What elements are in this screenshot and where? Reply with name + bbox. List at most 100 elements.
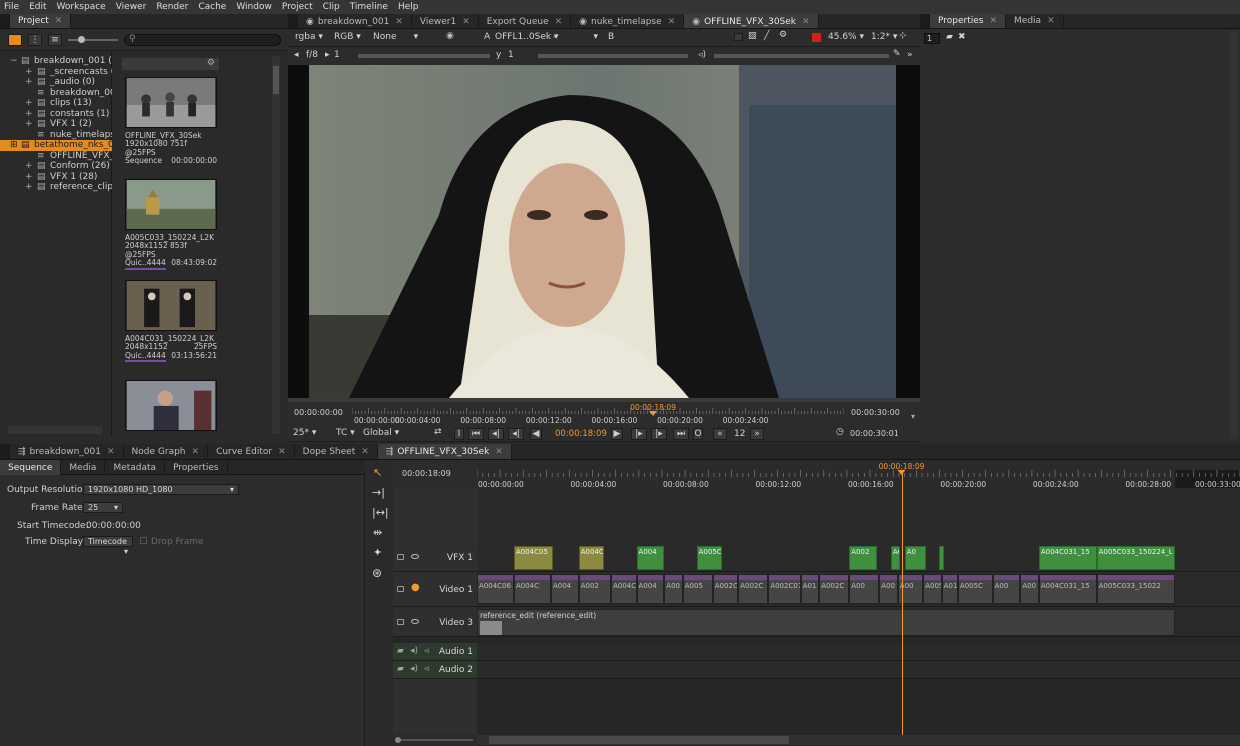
tab-media[interactable]: Media ✕ — [1006, 14, 1064, 28]
step-forward-n-button[interactable]: » — [750, 428, 764, 440]
vfx-clip[interactable]: A002 — [849, 546, 877, 570]
vfx-clip[interactable]: A004C — [578, 546, 605, 570]
tab-viewer-0[interactable]: ◉ breakdown_001 ✕ — [298, 14, 412, 28]
pin-icon[interactable]: ⊹ — [899, 31, 907, 41]
tree-hscrollbar[interactable] — [8, 426, 102, 434]
menu-file[interactable]: File — [4, 2, 19, 12]
out-marker-button[interactable]: O — [693, 428, 703, 440]
bin-vscrollbar[interactable] — [272, 56, 280, 434]
menu-viewer[interactable]: Viewer — [116, 2, 147, 12]
lock-icon[interactable] — [397, 619, 404, 625]
thumb-size-handle[interactable] — [78, 36, 85, 43]
close-icon[interactable]: ✕ — [395, 17, 403, 27]
expand-icon[interactable]: + — [25, 119, 33, 130]
tree-item[interactable]: + ▤ constants (1) — [0, 109, 112, 120]
tab-project[interactable]: Project ✕ — [10, 14, 72, 28]
step-back-n-button[interactable]: « — [713, 428, 727, 440]
lock-icon[interactable] — [397, 586, 404, 592]
fstop-next-icon[interactable]: ▸ — [325, 50, 330, 60]
collapse-icon[interactable]: − — [10, 56, 18, 67]
volume-slider[interactable] — [714, 54, 889, 58]
track-header-vfx1[interactable]: VFX 1 — [393, 544, 477, 572]
close-icon[interactable]: ✕ — [192, 447, 200, 457]
playback-mode-icon[interactable]: ⇄ — [434, 427, 442, 437]
paint-icon[interactable]: ✎ — [893, 49, 901, 59]
close-icon[interactable]: ✕ — [462, 17, 470, 27]
fstop-value[interactable]: f/8 — [306, 50, 318, 60]
close-icon[interactable]: ✕ — [278, 447, 286, 457]
bin-item-a005c033[interactable]: A005C033_150224_L2K 2048x1152 853f @25FP… — [125, 179, 217, 270]
tree-item[interactable]: ≡ nuke_timelapse — [0, 130, 121, 141]
video-clip[interactable]: A002C — [738, 574, 769, 604]
timeline-playhead[interactable] — [901, 470, 903, 735]
tab-viewer-4[interactable]: ◉ OFFLINE_VFX_30Sek ✕ — [684, 14, 819, 28]
close-icon[interactable]: ✕ — [361, 447, 369, 457]
thumbnail-view-icon[interactable] — [8, 34, 22, 46]
lock-icon[interactable] — [397, 554, 404, 560]
tab-bottom-3[interactable]: Dope Sheet ✕ — [295, 444, 378, 459]
roi-icon[interactable] — [734, 33, 743, 41]
output-resolution-dropdown[interactable]: 1920x1080 HD_1080 ▾ — [83, 484, 239, 495]
audio-icon[interactable]: ◃) — [698, 50, 706, 60]
tree-item[interactable]: ⊞ ▤ betathome_nks_00 — [0, 140, 119, 151]
panel-grip-icon[interactable] — [288, 14, 298, 28]
in-timecode[interactable]: 00:00:00:00 — [294, 408, 343, 417]
proxy-dropdown[interactable]: 1:2* ▾ — [871, 32, 897, 42]
play-backward-button[interactable]: ◀ — [530, 428, 542, 440]
tree-item[interactable]: + ▤ Conform (26) — [0, 161, 112, 172]
wipe-icon[interactable]: ◉ — [446, 31, 454, 41]
play-forward-button[interactable]: ▶ — [611, 428, 623, 440]
viewer-canvas[interactable] — [288, 65, 920, 398]
select-tool-icon[interactable]: ↖ — [373, 466, 382, 479]
video-clip[interactable]: A00 — [1020, 574, 1039, 604]
step-size-field[interactable]: 12 — [734, 429, 745, 439]
vfx-clip[interactable] — [939, 546, 945, 570]
tree-item[interactable]: − ▤ breakdown_001 (23 — [0, 56, 123, 67]
start-timecode-field[interactable]: 00:00:00:00 — [86, 521, 141, 531]
tab-seq-properties[interactable]: Properties — [165, 460, 228, 475]
track-header-video3[interactable]: Video 3 — [393, 607, 477, 637]
fstop-prev-icon[interactable]: ◂ — [294, 50, 299, 60]
video-clip[interactable]: A00 — [849, 574, 880, 604]
bin-item-4[interactable] — [125, 380, 217, 435]
video-clip[interactable]: A01 — [941, 574, 958, 604]
track-header-video1[interactable]: ● Video 1 — [393, 572, 477, 607]
expand-icon[interactable]: + — [25, 67, 33, 78]
gamma-field[interactable]: 1 — [508, 50, 514, 60]
mute-icon[interactable]: ◃ — [424, 646, 429, 656]
tree-item[interactable]: + ▤ _screencasts (4 — [0, 67, 120, 78]
channels-dropdown[interactable]: rgba ▾ — [295, 32, 323, 42]
menu-workspace[interactable]: Workspace — [57, 2, 106, 12]
menu-help[interactable]: Help — [398, 2, 419, 12]
vfx-clip[interactable]: A004 — [636, 546, 665, 570]
video-clip[interactable]: A004C06 — [477, 574, 514, 604]
menu-render[interactable]: Render — [156, 2, 188, 12]
video-clip[interactable]: A002C0 — [712, 574, 739, 604]
fps-dropdown[interactable]: 25* ▾ — [293, 428, 316, 438]
timeline-current-timecode[interactable]: 00:00:18:09 — [402, 469, 451, 478]
video-clip[interactable]: A00 — [992, 574, 1021, 604]
razor-tool-icon[interactable]: ✦ — [373, 546, 382, 559]
video-clip[interactable]: A004C — [513, 574, 551, 604]
menu-chevron-icon[interactable]: » — [907, 50, 913, 60]
trim-tool-icon[interactable]: |↔| — [372, 506, 389, 519]
track-header-audio1[interactable]: ▰ ◂) ◃ Audio 1 — [393, 643, 477, 661]
expand-icon[interactable]: + — [25, 109, 33, 120]
duration-field[interactable]: 00:00:30:01 — [850, 429, 899, 438]
video-clip[interactable]: A004C031_15 — [1038, 574, 1097, 604]
thumb-size-slider[interactable] — [68, 39, 118, 41]
go-end-button[interactable]: ⏭ — [673, 428, 689, 440]
tree-item[interactable]: + ▤ VFX 1 (28) — [0, 172, 112, 183]
go-start-button[interactable]: ⏮ — [468, 428, 484, 440]
speaker-icon[interactable]: ◂) — [410, 646, 418, 656]
menu-timeline[interactable]: Timeline — [350, 2, 388, 12]
viewer-ruler[interactable]: 00:00:04:00 00:00:08:00 00:00:12:00 00:00:1… — [352, 402, 844, 426]
bin-item-offline-vfx[interactable]: OFFLINE_VFX_30Sek 1920x1080 751f @25FPS … — [125, 77, 217, 166]
close-icon[interactable]: ✕ — [555, 17, 563, 27]
lock-icon[interactable]: ▰ — [397, 664, 404, 674]
close-icon[interactable]: ✕ — [55, 16, 63, 26]
tab-bottom-4[interactable]: ⇶ OFFLINE_VFX_30Sek ✕ — [377, 444, 512, 459]
list-view-icon[interactable]: ≡ — [48, 34, 62, 46]
video-clip[interactable]: A002C — [819, 574, 850, 604]
lock-icon[interactable]: ▰ — [946, 32, 953, 42]
